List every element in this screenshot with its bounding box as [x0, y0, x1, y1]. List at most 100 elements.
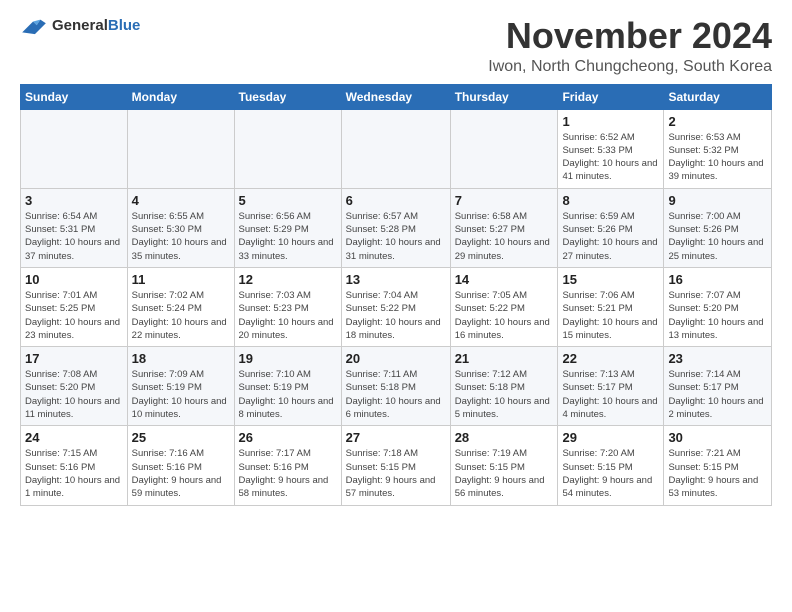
table-row: [127, 109, 234, 188]
day-info: Sunrise: 7:04 AM Sunset: 5:22 PM Dayligh…: [346, 289, 446, 342]
day-number: 29: [562, 430, 659, 445]
day-info: Sunrise: 7:05 AM Sunset: 5:22 PM Dayligh…: [455, 289, 554, 342]
table-row: 21Sunrise: 7:12 AM Sunset: 5:18 PM Dayli…: [450, 347, 558, 426]
table-row: 10 Sunrise: 7:01 AM Sunset: 5:25 PM Dayli…: [21, 267, 128, 346]
day-info: Sunrise: 7:02 AM Sunset: 5:24 PM Dayligh…: [132, 289, 230, 342]
calendar-week-row: 24 Sunrise: 7:15 AM Sunset: 5:16 PM Dayli…: [21, 426, 772, 505]
day-number: 25: [132, 430, 230, 445]
calendar-header-row: Sunday Monday Tuesday Wednesday Thursday…: [21, 84, 772, 109]
calendar-week-row: 1Sunrise: 6:52 AM Sunset: 5:33 PM Daylig…: [21, 109, 772, 188]
day-info: Sunrise: 7:18 AM Sunset: 5:15 PM Dayligh…: [346, 447, 446, 500]
table-row: [234, 109, 341, 188]
day-number: 17: [25, 351, 123, 366]
day-info: Sunrise: 7:01 AM Sunset: 5:25 PM Dayligh…: [25, 289, 123, 342]
day-number: 2: [668, 114, 767, 129]
table-row: 3 Sunrise: 6:54 AM Sunset: 5:31 PM Daylig…: [21, 188, 128, 267]
table-row: 20Sunrise: 7:11 AM Sunset: 5:18 PM Dayli…: [341, 347, 450, 426]
day-info: Sunrise: 7:10 AM Sunset: 5:19 PM Dayligh…: [239, 368, 337, 421]
day-number: 19: [239, 351, 337, 366]
logo-area: GeneralBlue: [20, 16, 140, 36]
table-row: 13 Sunrise: 7:04 AM Sunset: 5:22 PM Dayli…: [341, 267, 450, 346]
day-info: Sunrise: 7:16 AM Sunset: 5:16 PM Dayligh…: [132, 447, 230, 500]
table-row: 12 Sunrise: 7:03 AM Sunset: 5:23 PM Dayli…: [234, 267, 341, 346]
day-info: Sunrise: 6:55 AM Sunset: 5:30 PM Dayligh…: [132, 210, 230, 263]
day-number: 15: [562, 272, 659, 287]
table-row: 29 Sunrise: 7:20 AM Sunset: 5:15 PM Dayli…: [558, 426, 664, 505]
day-info: Sunrise: 7:21 AM Sunset: 5:15 PM Dayligh…: [668, 447, 767, 500]
day-number: 4: [132, 193, 230, 208]
day-info: Sunrise: 6:59 AM Sunset: 5:26 PM Dayligh…: [562, 210, 659, 263]
day-number: 26: [239, 430, 337, 445]
day-number: 1: [562, 114, 659, 129]
table-row: 11 Sunrise: 7:02 AM Sunset: 5:24 PM Dayli…: [127, 267, 234, 346]
day-info: Sunrise: 6:58 AM Sunset: 5:27 PM Dayligh…: [455, 210, 554, 263]
table-row: 24 Sunrise: 7:15 AM Sunset: 5:16 PM Dayli…: [21, 426, 128, 505]
day-info: Sunrise: 7:15 AM Sunset: 5:16 PM Dayligh…: [25, 447, 123, 500]
logo-blue: Blue: [108, 17, 141, 34]
table-row: 30 Sunrise: 7:21 AM Sunset: 5:15 PM Dayli…: [664, 426, 772, 505]
col-sunday: Sunday: [21, 84, 128, 109]
col-thursday: Thursday: [450, 84, 558, 109]
table-row: 1Sunrise: 6:52 AM Sunset: 5:33 PM Daylig…: [558, 109, 664, 188]
table-row: 17Sunrise: 7:08 AM Sunset: 5:20 PM Dayli…: [21, 347, 128, 426]
col-friday: Friday: [558, 84, 664, 109]
logo: GeneralBlue: [20, 16, 140, 36]
logo-bird-icon: [20, 16, 48, 36]
day-info: Sunrise: 7:00 AM Sunset: 5:26 PM Dayligh…: [668, 210, 767, 263]
table-row: 18 Sunrise: 7:09 AM Sunset: 5:19 PM Dayli…: [127, 347, 234, 426]
table-row: 27 Sunrise: 7:18 AM Sunset: 5:15 PM Dayli…: [341, 426, 450, 505]
day-number: 27: [346, 430, 446, 445]
day-number: 11: [132, 272, 230, 287]
day-number: 5: [239, 193, 337, 208]
table-row: 26 Sunrise: 7:17 AM Sunset: 5:16 PM Dayli…: [234, 426, 341, 505]
day-info: Sunrise: 7:19 AM Sunset: 5:15 PM Dayligh…: [455, 447, 554, 500]
day-number: 13: [346, 272, 446, 287]
page: GeneralBlue November 2024 Iwon, North Ch…: [0, 0, 792, 522]
calendar-week-row: 17Sunrise: 7:08 AM Sunset: 5:20 PM Dayli…: [21, 347, 772, 426]
day-number: 18: [132, 351, 230, 366]
header: GeneralBlue November 2024 Iwon, North Ch…: [20, 16, 772, 76]
day-number: 12: [239, 272, 337, 287]
table-row: 19 Sunrise: 7:10 AM Sunset: 5:19 PM Dayli…: [234, 347, 341, 426]
day-info: Sunrise: 7:03 AM Sunset: 5:23 PM Dayligh…: [239, 289, 337, 342]
day-number: 7: [455, 193, 554, 208]
day-number: 6: [346, 193, 446, 208]
table-row: 14Sunrise: 7:05 AM Sunset: 5:22 PM Dayli…: [450, 267, 558, 346]
day-number: 3: [25, 193, 123, 208]
table-row: 4 Sunrise: 6:55 AM Sunset: 5:30 PM Daylig…: [127, 188, 234, 267]
day-number: 23: [668, 351, 767, 366]
table-row: 28Sunrise: 7:19 AM Sunset: 5:15 PM Dayli…: [450, 426, 558, 505]
table-row: 8Sunrise: 6:59 AM Sunset: 5:26 PM Daylig…: [558, 188, 664, 267]
location-subtitle: Iwon, North Chungcheong, South Korea: [488, 58, 772, 76]
table-row: 7 Sunrise: 6:58 AM Sunset: 5:27 PM Daylig…: [450, 188, 558, 267]
table-row: 5Sunrise: 6:56 AM Sunset: 5:29 PM Daylig…: [234, 188, 341, 267]
day-info: Sunrise: 7:20 AM Sunset: 5:15 PM Dayligh…: [562, 447, 659, 500]
day-number: 30: [668, 430, 767, 445]
day-info: Sunrise: 7:06 AM Sunset: 5:21 PM Dayligh…: [562, 289, 659, 342]
day-info: Sunrise: 7:17 AM Sunset: 5:16 PM Dayligh…: [239, 447, 337, 500]
day-number: 10: [25, 272, 123, 287]
day-number: 24: [25, 430, 123, 445]
col-saturday: Saturday: [664, 84, 772, 109]
month-title: November 2024: [488, 16, 772, 56]
calendar-week-row: 10 Sunrise: 7:01 AM Sunset: 5:25 PM Dayli…: [21, 267, 772, 346]
table-row: 22Sunrise: 7:13 AM Sunset: 5:17 PM Dayli…: [558, 347, 664, 426]
day-number: 9: [668, 193, 767, 208]
day-info: Sunrise: 7:14 AM Sunset: 5:17 PM Dayligh…: [668, 368, 767, 421]
day-info: Sunrise: 7:12 AM Sunset: 5:18 PM Dayligh…: [455, 368, 554, 421]
day-number: 20: [346, 351, 446, 366]
table-row: 15 Sunrise: 7:06 AM Sunset: 5:21 PM Dayli…: [558, 267, 664, 346]
col-wednesday: Wednesday: [341, 84, 450, 109]
table-row: 9 Sunrise: 7:00 AM Sunset: 5:26 PM Daylig…: [664, 188, 772, 267]
day-info: Sunrise: 7:07 AM Sunset: 5:20 PM Dayligh…: [668, 289, 767, 342]
table-row: 16Sunrise: 7:07 AM Sunset: 5:20 PM Dayli…: [664, 267, 772, 346]
calendar-week-row: 3 Sunrise: 6:54 AM Sunset: 5:31 PM Daylig…: [21, 188, 772, 267]
calendar-table: Sunday Monday Tuesday Wednesday Thursday…: [20, 84, 772, 506]
day-info: Sunrise: 6:54 AM Sunset: 5:31 PM Dayligh…: [25, 210, 123, 263]
table-row: 6 Sunrise: 6:57 AM Sunset: 5:28 PM Daylig…: [341, 188, 450, 267]
day-info: Sunrise: 7:09 AM Sunset: 5:19 PM Dayligh…: [132, 368, 230, 421]
table-row: 23 Sunrise: 7:14 AM Sunset: 5:17 PM Dayli…: [664, 347, 772, 426]
day-info: Sunrise: 6:57 AM Sunset: 5:28 PM Dayligh…: [346, 210, 446, 263]
table-row: [450, 109, 558, 188]
logo-text: GeneralBlue: [52, 17, 140, 35]
